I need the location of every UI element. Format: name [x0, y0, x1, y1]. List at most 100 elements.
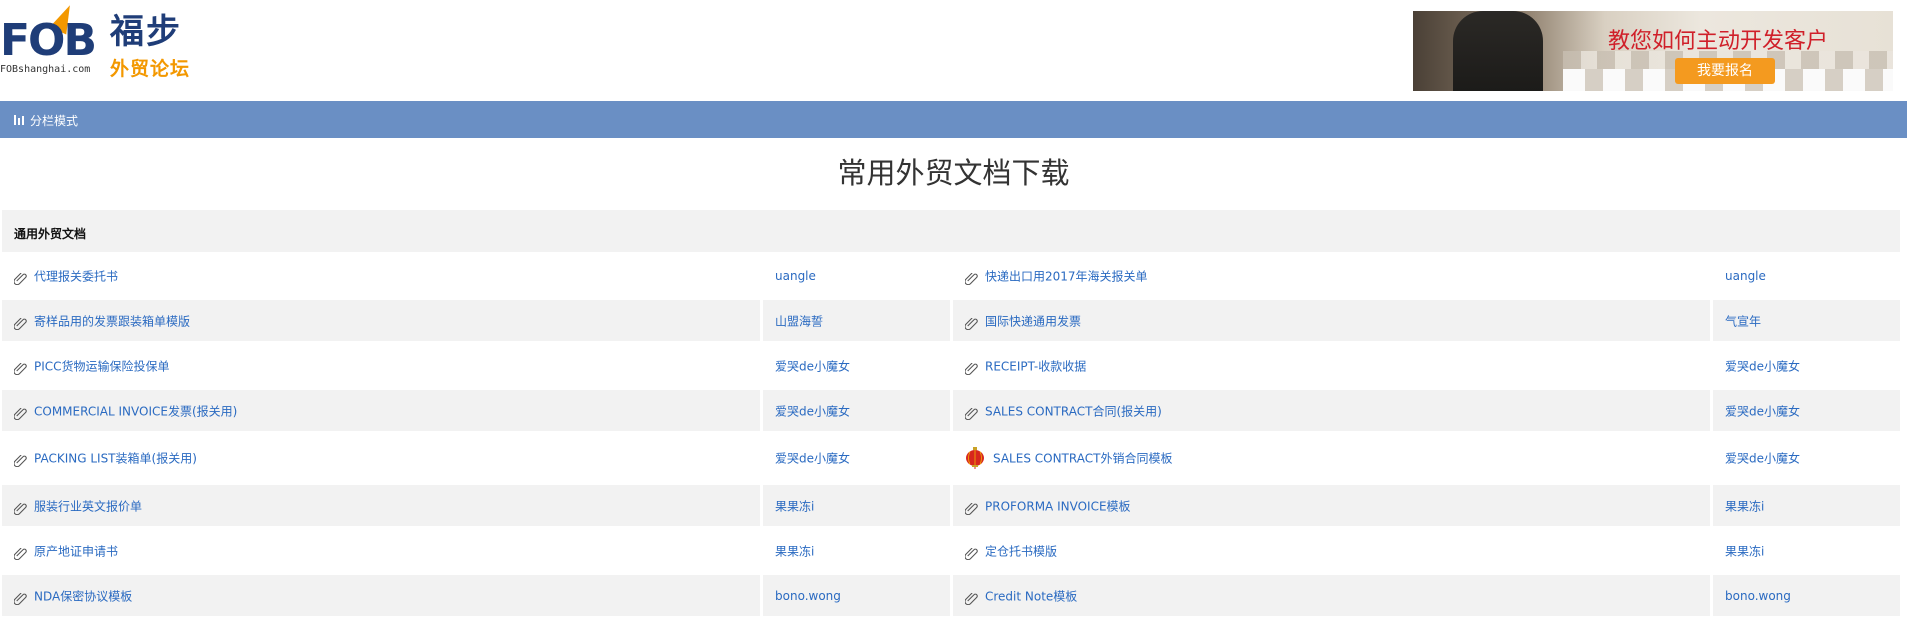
table-row: PICC货物运输保险投保单 爱哭de小魔女 RECEIPT-收款收据 爱哭de小魔女: [0, 343, 1907, 388]
logo-name: 福步: [110, 12, 182, 52]
banner-person: [1453, 11, 1543, 91]
author-cell: bono.wong: [1713, 575, 1900, 616]
document-cell: Credit Note模板: [953, 575, 1710, 616]
table-row: 服装行业英文报价单 果果冻i PROFORMA INVOICE模板 果果冻i: [0, 483, 1907, 528]
attachment-icon: [964, 270, 979, 285]
author-link[interactable]: 山盟海誓: [775, 312, 823, 329]
author-link[interactable]: 爱哭de小魔女: [775, 357, 850, 374]
author-cell: 果果冻i: [763, 530, 950, 571]
document-link[interactable]: 定仓托书模版: [985, 542, 1057, 559]
logo-mark: FOB: [0, 15, 97, 66]
author-link[interactable]: 果果冻i: [775, 497, 814, 514]
banner-headline: 教您如何主动开发客户: [1608, 29, 1829, 54]
author-cell: 果果冻i: [1713, 530, 1900, 571]
attachment-icon: [13, 405, 28, 420]
document-link[interactable]: 快递出口用2017年海关报关单: [985, 267, 1148, 284]
attachment-icon: [13, 360, 28, 375]
document-cell: PROFORMA INVOICE模板: [953, 485, 1710, 526]
author-link[interactable]: 果果冻i: [1725, 542, 1764, 559]
author-cell: 果果冻i: [763, 485, 950, 526]
document-link[interactable]: 服装行业英文报价单: [34, 497, 142, 514]
document-link[interactable]: 原产地证申请书: [34, 542, 118, 559]
attachment-icon: [964, 405, 979, 420]
logo-domain: FOBshanghai.com: [0, 64, 91, 75]
author-cell: 爱哭de小魔女: [763, 390, 950, 431]
author-link[interactable]: uangle: [775, 269, 816, 283]
author-link[interactable]: 爱哭de小魔女: [1725, 450, 1800, 467]
author-cell: bono.wong: [763, 575, 950, 616]
document-link[interactable]: 代理报关委托书: [34, 267, 118, 284]
section-title: 通用外贸文档: [14, 227, 87, 241]
document-link[interactable]: NDA保密协议模板: [34, 587, 132, 604]
table-row: COMMERCIAL INVOICE发票(报关用) 爱哭de小魔女 SALES CO…: [0, 388, 1907, 433]
attachment-icon: [964, 500, 979, 515]
attachment-icon: [964, 315, 979, 330]
document-cell: 代理报关委托书: [2, 255, 760, 296]
attachment-icon: [13, 270, 28, 285]
logo-subtitle: 外贸论坛: [110, 58, 191, 80]
document-cell: 快递出口用2017年海关报关单: [953, 255, 1710, 296]
document-cell: 原产地证申请书: [2, 530, 760, 571]
attachment-icon: [13, 452, 28, 468]
site-logo[interactable]: FOB FOBshanghai.com 福步 外贸论坛: [0, 1, 200, 82]
document-link[interactable]: SALES CONTRACT合同(报关用): [985, 402, 1162, 419]
document-link[interactable]: PACKING LIST装箱单(报关用): [34, 450, 197, 467]
document-link[interactable]: 寄样品用的发票跟装箱单模版: [34, 312, 190, 329]
author-link[interactable]: 爱哭de小魔女: [775, 450, 850, 467]
document-cell: PICC货物运输保险投保单: [2, 345, 760, 386]
author-link[interactable]: 果果冻i: [775, 542, 814, 559]
author-link[interactable]: bono.wong: [1725, 589, 1791, 603]
document-link[interactable]: PICC货物运输保险投保单: [34, 357, 170, 374]
table-row: PACKING LIST装箱单(报关用) 爱哭de小魔女 SALES CONTRAC…: [0, 433, 1907, 483]
author-cell: 爱哭de小魔女: [763, 345, 950, 386]
author-cell: 气宣年: [1713, 300, 1900, 341]
document-cell: PACKING LIST装箱单(报关用): [2, 435, 760, 481]
table-row: NDA保密协议模板 bono.wong Credit Note模板 bono.wong: [0, 573, 1907, 618]
document-cell: SALES CONTRACT合同(报关用): [953, 390, 1710, 431]
author-cell: 爱哭de小魔女: [1713, 390, 1900, 431]
author-cell: uangle: [1713, 255, 1900, 296]
document-cell: NDA保密协议模板: [2, 575, 760, 616]
document-cell: 国际快递通用发票: [953, 300, 1710, 341]
document-link[interactable]: COMMERCIAL INVOICE发票(报关用): [34, 402, 237, 419]
table-row: 原产地证申请书 果果冻i 定仓托书模版 果果冻i: [0, 528, 1907, 573]
author-link[interactable]: 爱哭de小魔女: [1725, 402, 1800, 419]
author-link[interactable]: 果果冻i: [1725, 497, 1764, 514]
author-link[interactable]: bono.wong: [775, 589, 841, 603]
ad-banner[interactable]: 教您如何主动开发客户 我要报名: [1413, 11, 1893, 91]
author-cell: 爱哭de小魔女: [763, 435, 950, 481]
author-link[interactable]: 爱哭de小魔女: [775, 402, 850, 419]
table-row: 代理报关委托书 uangle 快递出口用2017年海关报关单 uangle: [0, 253, 1907, 298]
column-mode-toggle[interactable]: 分栏模式: [30, 112, 78, 129]
section-header: 通用外贸文档: [2, 210, 1900, 252]
document-cell: RECEIPT-收款收据: [953, 345, 1710, 386]
document-cell: 定仓托书模版: [953, 530, 1710, 571]
document-link[interactable]: SALES CONTRACT外销合同模板: [993, 450, 1172, 467]
author-link[interactable]: 气宣年: [1725, 312, 1761, 329]
document-cell: 服装行业英文报价单: [2, 485, 760, 526]
document-link[interactable]: PROFORMA INVOICE模板: [985, 497, 1131, 514]
nav-bar: 分栏模式: [0, 101, 1907, 138]
columns-icon: [14, 115, 25, 125]
author-cell: 山盟海誓: [763, 300, 950, 341]
document-link[interactable]: 国际快递通用发票: [985, 312, 1081, 329]
attachment-icon: [13, 500, 28, 515]
page-title: 常用外贸文档下载: [837, 156, 1070, 190]
document-cell: COMMERCIAL INVOICE发票(报关用): [2, 390, 760, 431]
author-cell: uangle: [763, 255, 950, 296]
attachment-icon: [964, 360, 979, 375]
banner-signup-button[interactable]: 我要报名: [1675, 58, 1775, 84]
attachment-icon: [13, 315, 28, 330]
lantern-icon: [964, 447, 986, 469]
author-link[interactable]: uangle: [1725, 269, 1766, 283]
document-link[interactable]: Credit Note模板: [985, 587, 1077, 604]
header: FOB FOBshanghai.com 福步 外贸论坛 教您如何主动开发客户 我…: [0, 0, 1907, 101]
document-link[interactable]: RECEIPT-收款收据: [985, 357, 1086, 374]
attachment-icon: [964, 545, 979, 560]
table-row: 寄样品用的发票跟装箱单模版 山盟海誓 国际快递通用发票 气宣年: [0, 298, 1907, 343]
author-cell: 爱哭de小魔女: [1713, 345, 1900, 386]
author-link[interactable]: 爱哭de小魔女: [1725, 357, 1800, 374]
attachment-icon: [13, 590, 28, 605]
author-cell: 果果冻i: [1713, 485, 1900, 526]
document-cell: SALES CONTRACT外销合同模板: [953, 435, 1710, 481]
